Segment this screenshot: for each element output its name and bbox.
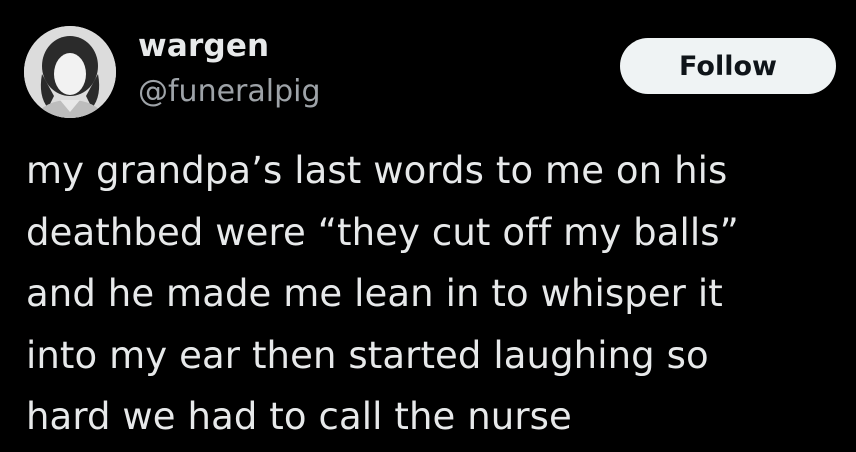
- tweet-text-line: deathbed were “they cut off my balls”: [26, 210, 739, 254]
- user-handle[interactable]: @funeralpig: [138, 74, 321, 110]
- follow-button[interactable]: Follow: [620, 38, 836, 94]
- tweet-text-line: my grandpa’s last words to me on his: [26, 149, 728, 192]
- avatar-photo-icon: [24, 26, 116, 118]
- display-name[interactable]: wargen: [138, 28, 269, 64]
- tweet-text-line: hard we had to call the nurse: [26, 395, 572, 438]
- avatar[interactable]: [24, 26, 116, 118]
- tweet-text-line: and he made me lean in to whisper it: [26, 272, 723, 315]
- tweet-text-line: into my ear then started laughing so: [26, 333, 709, 377]
- tweet-card: wargen @funeralpig Follow my grandpa’s l…: [0, 0, 856, 452]
- tweet-text: my grandpa’s last words to me on his dea…: [26, 140, 836, 448]
